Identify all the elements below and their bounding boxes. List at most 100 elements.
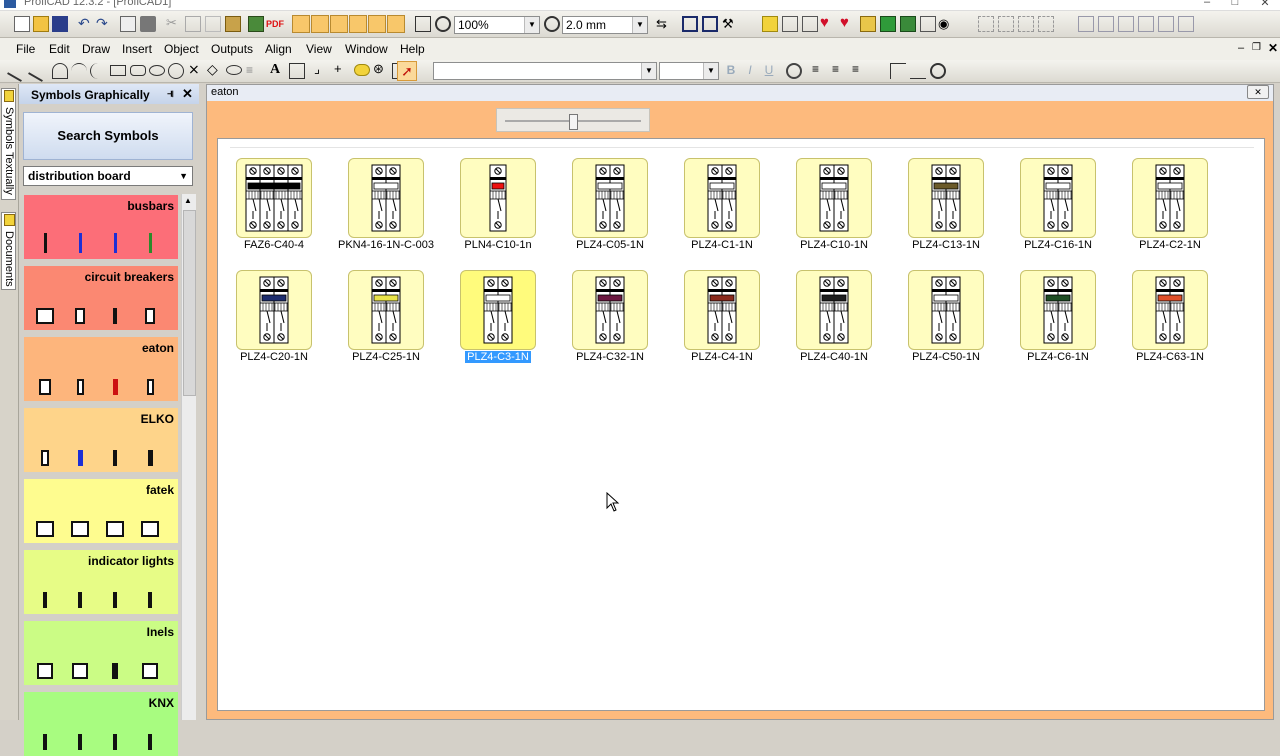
wire-icon[interactable]: ⌟ [314,61,330,77]
symbol-tile[interactable] [1020,158,1096,238]
paste-icon[interactable] [225,16,241,32]
mdi-minimize-button[interactable]: – [1238,42,1244,54]
symbol-tile[interactable] [684,158,760,238]
folder-icon[interactable] [762,16,778,32]
pin-icon[interactable]: ⫣ [167,86,174,101]
symbol-label[interactable]: PLZ4-C6-1N [1002,351,1114,363]
text-align-right-icon[interactable]: ≡ [852,62,868,78]
symbol-label[interactable]: PLZ4-C1-1N [666,239,778,251]
chip-icon[interactable] [880,16,896,32]
layers-icon[interactable] [682,16,698,32]
symbol-label[interactable]: PLZ4-C3-1N [442,351,554,363]
bold-icon[interactable]: B [723,63,739,79]
category-select[interactable]: distribution board ▼ [23,166,193,186]
textbox-icon[interactable] [289,63,305,79]
symbol-label[interactable]: PLZ4-C16-1N [1002,239,1114,251]
dimension-icon[interactable] [890,63,906,79]
circle-icon[interactable] [168,63,184,79]
symbol-tile[interactable] [1132,158,1208,238]
menu-help[interactable]: Help [400,42,425,56]
label-icon[interactable] [354,64,370,76]
menu-align[interactable]: Align [265,42,292,56]
zoom-in-icon[interactable] [435,16,451,32]
arrange-2-icon[interactable] [998,16,1014,32]
category-tile[interactable]: ELKO [24,408,178,472]
arrange-3-icon[interactable] [1018,16,1034,32]
text-align-center-icon[interactable]: ≡ [832,62,848,78]
align-right-icon[interactable] [330,15,348,33]
symbol-tile[interactable] [572,270,648,350]
new-icon[interactable] [14,16,30,32]
arc-icon[interactable] [52,63,68,79]
align-left-icon[interactable] [292,15,310,33]
symbol-label[interactable]: PLZ4-C05-1N [554,239,666,251]
chevron-down-icon[interactable]: ▼ [703,63,718,79]
category-tile[interactable]: eaton [24,337,178,401]
heart-add-icon[interactable]: ♥ [840,15,856,31]
text-icon[interactable]: A [270,62,286,78]
format-painter-icon[interactable] [205,16,221,32]
menu-outputs[interactable]: Outputs [211,42,253,56]
arrange-4-icon[interactable] [1038,16,1054,32]
category-tile[interactable]: busbars [24,195,178,259]
symbol-label[interactable]: PLZ4-C20-1N [218,351,330,363]
binoculars-icon[interactable]: ◉ [938,16,954,32]
symbol-label[interactable]: PLZ4-C13-1N [890,239,1002,251]
mdi-restore-button[interactable]: ❐ [1252,42,1261,53]
menu-file[interactable]: File [16,42,35,56]
symbol-tile[interactable] [348,270,424,350]
menu-view[interactable]: View [306,42,332,56]
tree-icon[interactable] [782,16,798,32]
mdi-close-button[interactable]: ✕ [1268,41,1278,55]
copy-icon[interactable] [185,16,201,32]
symbol-label[interactable]: PLZ4-C63-1N [1114,351,1226,363]
symbol-label[interactable]: PLZ4-C2-1N [1114,239,1226,251]
slider-thumb[interactable] [569,114,578,130]
symbol-label[interactable]: PLZ4-C40-1N [778,351,890,363]
chevron-down-icon[interactable]: ▼ [632,17,647,33]
distribute-6-icon[interactable] [1178,16,1194,32]
rectangle-icon[interactable] [110,65,126,76]
category-tile[interactable]: KNX [24,692,178,756]
connect-icon[interactable] [802,16,818,32]
junction-icon[interactable]: + [334,61,350,77]
select-pointer-icon[interactable]: ➚ [397,61,417,81]
save-icon[interactable] [52,16,68,32]
diamond-icon[interactable]: ◇ [207,61,223,77]
underline-icon[interactable]: U [761,63,777,79]
chevron-down-icon[interactable]: ▼ [641,63,656,79]
italic-icon[interactable]: I [742,63,758,79]
align-top-icon[interactable] [349,15,367,33]
polyline-icon[interactable] [28,60,50,82]
category-tile[interactable]: indicator lights [24,550,178,614]
symbol-tile[interactable] [236,270,312,350]
symbol-label[interactable]: FAZ6-C40-4 [218,239,330,251]
ellipse-icon[interactable] [149,65,165,76]
symbol-label[interactable]: PLZ4-C10-1N [778,239,890,251]
symbol-label[interactable]: PLZ4-C50-1N [890,351,1002,363]
close-icon[interactable]: ✕ [182,86,193,102]
redo-icon[interactable]: ↷ [96,16,112,32]
search-symbols-button[interactable]: Search Symbols [23,112,193,160]
align-middle-icon[interactable] [368,15,386,33]
symbol-tile[interactable] [684,270,760,350]
forbidden-icon[interactable] [930,63,946,79]
symbol-tile[interactable] [1132,270,1208,350]
distribute-4-icon[interactable] [1138,16,1154,32]
curve-icon[interactable] [71,63,87,79]
print-preview-icon[interactable] [120,16,136,32]
bom-icon[interactable] [900,16,916,32]
document-icon[interactable] [920,16,936,32]
arrange-icon[interactable] [978,16,994,32]
panel-scrollbar[interactable]: ▲ [181,194,196,720]
font-size-combo[interactable]: ▼ [659,62,719,80]
favorites-icon[interactable]: ♥ [820,15,836,31]
symbol-label[interactable]: PLZ4-C4-1N [666,351,778,363]
scroll-thumb[interactable] [183,210,196,396]
hatch-icon[interactable]: ≡ [246,63,262,79]
scroll-up-icon[interactable]: ▲ [184,196,192,205]
category-tile[interactable]: Inels [24,621,178,685]
insert-icon[interactable] [860,16,876,32]
tools-icon[interactable]: ⚒ [722,16,738,32]
document-close-button[interactable]: ✕ [1247,85,1269,99]
